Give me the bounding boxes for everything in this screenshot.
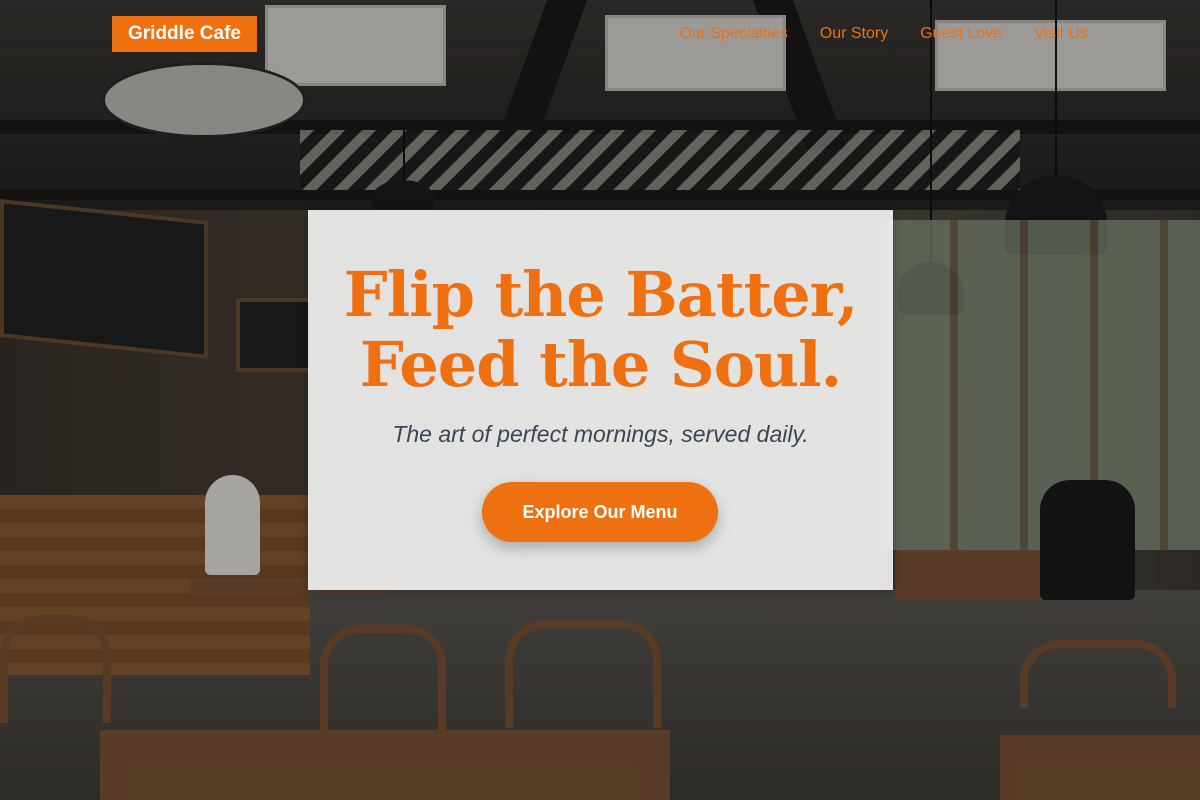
hero-tagline: The art of perfect mornings, served dail…	[392, 421, 809, 447]
logo[interactable]: Griddle Cafe	[112, 16, 257, 52]
nav-link-our-specialties[interactable]: Our Specialties	[679, 24, 788, 44]
explore-menu-button[interactable]: Explore Our Menu	[482, 482, 718, 542]
hero-card: Flip the Batter, Feed the Soul. The art …	[308, 210, 893, 590]
hero-headline-line1: Flip the Batter,	[343, 258, 859, 331]
nav-link-our-story[interactable]: Our Story	[820, 24, 888, 44]
nav-link-guest-love[interactable]: Guest Love	[920, 24, 1002, 44]
main-nav: Our Specialties Our Story Guest Love Vis…	[679, 24, 1088, 44]
hero-headline: Flip the Batter, Feed the Soul.	[308, 260, 893, 400]
hero-headline-line2: Feed the Soul.	[359, 328, 843, 401]
nav-link-visit-us[interactable]: Visit Us	[1034, 24, 1088, 44]
